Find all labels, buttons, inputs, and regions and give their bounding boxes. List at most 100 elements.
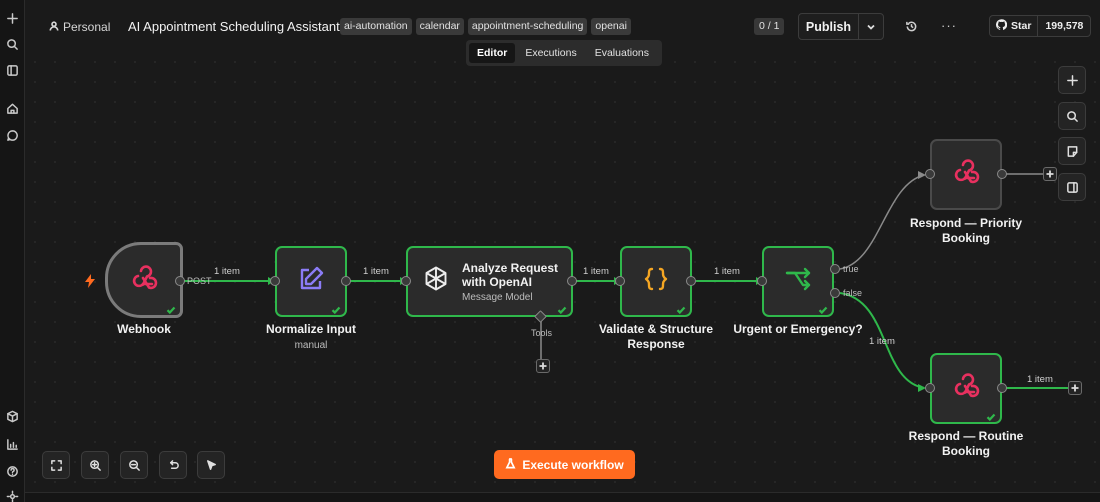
success-check-icon <box>818 302 828 315</box>
add-node-button[interactable] <box>1068 381 1082 395</box>
tag-list: ai-automation calendar appointment-sched… <box>340 18 631 35</box>
execute-workflow-button[interactable]: Execute workflow <box>494 450 635 479</box>
output-port[interactable] <box>686 276 696 286</box>
success-check-icon <box>331 302 341 315</box>
search-icon[interactable] <box>4 36 21 53</box>
tab-executions[interactable]: Executions <box>517 43 584 63</box>
edge-item-count: 1 item <box>214 266 240 277</box>
edit-icon <box>295 263 327 300</box>
input-port[interactable] <box>925 383 935 393</box>
star-count: 199,578 <box>1045 20 1084 32</box>
more-options-button[interactable]: ··· <box>941 18 957 33</box>
urgent-label: Urgent or Emergency? <box>733 322 863 336</box>
star-label: Star <box>1011 20 1032 32</box>
true-branch-label: true <box>843 264 859 274</box>
publish-label[interactable]: Publish <box>799 14 859 39</box>
output-port[interactable] <box>997 383 1007 393</box>
tag[interactable]: appointment-scheduling <box>467 18 588 35</box>
zoom-out-icon <box>128 459 140 471</box>
tab-evaluations[interactable]: Evaluations <box>587 43 657 63</box>
success-check-icon <box>676 302 686 315</box>
star-label-group[interactable]: Star <box>990 16 1039 36</box>
home-icon[interactable] <box>4 100 21 117</box>
zoom-in-icon <box>89 459 101 471</box>
fit-view-icon <box>50 459 62 471</box>
tag[interactable]: ai-automation <box>340 18 412 35</box>
webhook-icon <box>128 262 160 299</box>
true-output-port[interactable] <box>830 264 840 274</box>
zoom-in-button[interactable] <box>81 451 109 479</box>
bottom-panel-strip[interactable] <box>25 492 1100 502</box>
edge-item-count: 1 item <box>714 266 740 277</box>
templates-icon[interactable] <box>4 408 21 425</box>
undo-button[interactable] <box>159 451 187 479</box>
input-port[interactable] <box>270 276 280 286</box>
zoom-out-button[interactable] <box>120 451 148 479</box>
node-urgent-if[interactable] <box>762 246 834 317</box>
panel-icon[interactable] <box>4 62 21 79</box>
github-star-button[interactable]: Star 199,578 <box>989 15 1092 37</box>
github-icon <box>995 19 1008 33</box>
validate-label: Validate & Structure Response <box>598 322 714 351</box>
tab-editor[interactable]: Editor <box>469 43 516 63</box>
fit-view-button[interactable] <box>42 451 70 479</box>
input-port[interactable] <box>757 276 767 286</box>
add-node-button[interactable] <box>1043 167 1057 181</box>
project-name: Personal <box>63 20 111 34</box>
code-braces-icon <box>640 263 672 300</box>
output-port[interactable] <box>175 276 185 286</box>
branch-icon <box>782 263 814 300</box>
input-port[interactable] <box>401 276 411 286</box>
normalize-subtitle: manual <box>294 340 328 351</box>
help-icon[interactable] <box>4 463 21 480</box>
undo-icon <box>169 459 179 469</box>
tools-port-label: Tools <box>531 328 553 338</box>
input-port[interactable] <box>925 169 935 179</box>
openai-title: Analyze Request with OpenAI <box>462 261 559 289</box>
select-tool-button[interactable] <box>197 451 225 479</box>
toggle-panel-button[interactable] <box>1058 173 1086 201</box>
output-port[interactable] <box>997 169 1007 179</box>
add-node-toolbar-button[interactable] <box>1058 66 1086 94</box>
node-validate[interactable] <box>620 246 692 317</box>
output-port[interactable] <box>567 276 577 286</box>
edge-item-count: 1 item <box>1027 374 1053 385</box>
breadcrumb[interactable]: Personal <box>49 20 110 34</box>
node-respond-priority[interactable] <box>930 139 1002 210</box>
search-nodes-button[interactable] <box>1058 102 1086 130</box>
webhook-label: Webhook <box>117 322 171 336</box>
trigger-bolt-icon <box>85 274 95 288</box>
workflow-title[interactable]: AI Appointment Scheduling Assistant <box>128 19 340 34</box>
user-icon <box>49 20 59 34</box>
node-webhook[interactable] <box>105 242 183 318</box>
chevron-down-icon[interactable] <box>859 14 883 39</box>
tag[interactable]: openai <box>591 18 631 35</box>
openai-subtitle: Message Model <box>462 292 533 303</box>
history-icon[interactable] <box>905 20 918 33</box>
publish-button[interactable]: Publish <box>798 13 884 40</box>
success-check-icon <box>986 409 996 422</box>
priority-label: Respond — Priority Booking <box>909 216 1022 245</box>
add-sticky-note-button[interactable] <box>1058 137 1086 165</box>
insights-icon[interactable] <box>4 436 21 453</box>
panel-icon <box>1066 181 1078 193</box>
plus-icon <box>1066 74 1078 86</box>
input-port[interactable] <box>615 276 625 286</box>
left-sidebar <box>0 0 25 502</box>
node-respond-routine[interactable] <box>930 353 1002 424</box>
cursor-icon <box>206 459 216 470</box>
add-tool-button[interactable] <box>536 359 550 373</box>
webhook-icon <box>950 156 982 193</box>
success-check-icon <box>166 302 176 315</box>
chat-icon[interactable] <box>4 127 21 144</box>
version-counter: 0 / 1 <box>754 18 785 35</box>
edge-item-count: 1 item <box>583 266 609 277</box>
plus-icon[interactable] <box>4 10 21 27</box>
search-icon <box>1066 110 1078 122</box>
node-normalize-input[interactable] <box>275 246 347 317</box>
false-output-port[interactable] <box>830 288 840 298</box>
success-check-icon <box>557 302 567 315</box>
output-port[interactable] <box>341 276 351 286</box>
settings-icon[interactable] <box>4 488 21 502</box>
tag[interactable]: calendar <box>415 18 464 35</box>
